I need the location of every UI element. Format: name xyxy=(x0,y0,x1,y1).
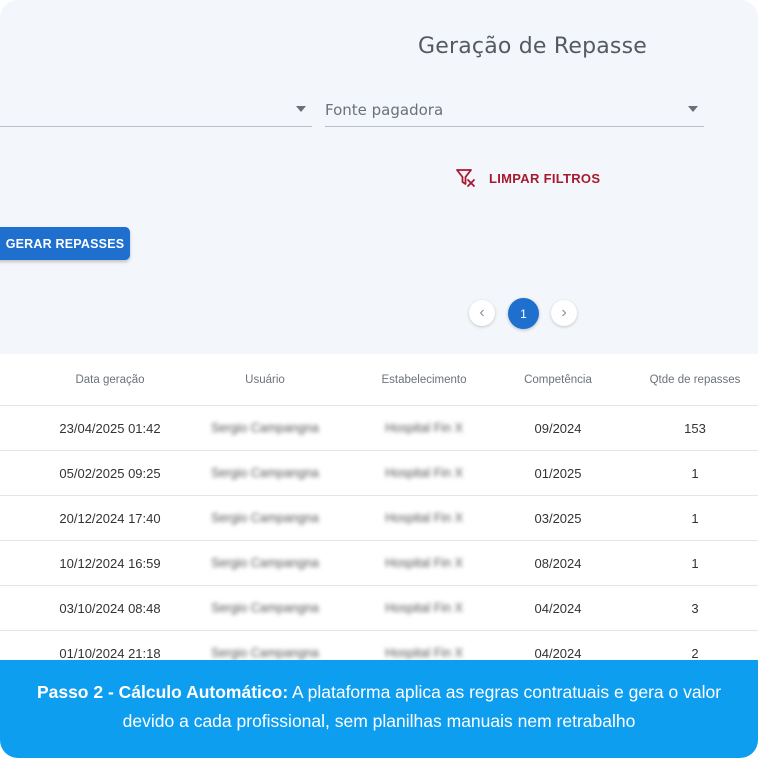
table-row[interactable]: 05/02/2025 09:25 Sergio Campangna Hospit… xyxy=(0,451,758,496)
cell-establishment: Hospital Fin X xyxy=(385,466,463,480)
payer-source-select[interactable]: Fonte pagadora xyxy=(325,98,704,127)
cell-competence: 04/2024 xyxy=(534,600,582,616)
step-caption-title: Passo 2 - Cálculo Automático: xyxy=(36,682,289,702)
column-header-date[interactable]: Data geração xyxy=(40,354,180,405)
cell-establishment: Hospital Fin X xyxy=(385,421,463,435)
table-row[interactable]: 23/04/2025 01:42 Sergio Campangna Hospit… xyxy=(0,406,758,451)
column-header-competence[interactable]: Competência xyxy=(508,354,608,405)
payer-source-select-value: Fonte pagadora xyxy=(325,101,444,119)
cell-quantity: 3 xyxy=(691,600,699,616)
column-header-establishment[interactable]: Estabelecimento xyxy=(354,354,494,405)
cell-quantity: 1 xyxy=(691,465,699,481)
cell-quantity: 1 xyxy=(691,555,699,571)
cell-establishment: Hospital Fin X xyxy=(385,601,463,615)
table-header: Data geração Usuário Estabelecimento Com… xyxy=(0,354,758,406)
page-title: Geração de Repasse xyxy=(418,34,647,59)
caret-down-icon xyxy=(296,106,306,112)
cell-competence: 01/2025 xyxy=(534,465,582,481)
current-page-button[interactable]: 1 xyxy=(508,298,539,329)
caret-down-icon xyxy=(688,106,698,112)
previous-page-button[interactable]: ‹ xyxy=(469,300,495,326)
cell-user: Sergio Campangna xyxy=(211,421,319,435)
cell-user: Sergio Campangna xyxy=(211,556,319,570)
cell-quantity: 153 xyxy=(684,420,706,436)
cell-competence: 08/2024 xyxy=(534,555,582,571)
cell-quantity: 1 xyxy=(691,510,699,526)
table-row[interactable]: 03/10/2024 08:48 Sergio Campangna Hospit… xyxy=(0,586,758,631)
cell-competence: 03/2025 xyxy=(534,510,582,526)
repasses-table: Data geração Usuário Estabelecimento Com… xyxy=(0,354,758,676)
screen: Geração de Repasse Fonte pagadora LIMPAR… xyxy=(0,0,758,758)
chevron-left-icon: ‹ xyxy=(479,304,485,321)
establishment-select[interactable] xyxy=(0,98,312,127)
cell-date: 10/12/2024 16:59 xyxy=(59,555,161,571)
cell-date: 03/10/2024 08:48 xyxy=(59,600,161,616)
chevron-right-icon: › xyxy=(561,304,567,321)
generate-repasses-button[interactable]: GERAR REPASSES xyxy=(0,227,130,260)
clear-filters-label: LIMPAR FILTROS xyxy=(489,170,601,186)
cell-establishment: Hospital Fin X xyxy=(385,511,463,525)
table-row[interactable]: 20/12/2024 17:40 Sergio Campangna Hospit… xyxy=(0,496,758,541)
cell-user: Sergio Campangna xyxy=(211,511,319,525)
filter-clear-icon xyxy=(456,169,475,187)
column-header-user[interactable]: Usuário xyxy=(195,354,335,405)
cell-date: 05/02/2025 09:25 xyxy=(59,465,161,481)
filter-panel: Geração de Repasse Fonte pagadora LIMPAR… xyxy=(0,0,758,354)
cell-user: Sergio Campangna xyxy=(211,466,319,480)
cell-user: Sergio Campangna xyxy=(211,601,319,615)
cell-date: 23/04/2025 01:42 xyxy=(59,420,161,436)
cell-date: 20/12/2024 17:40 xyxy=(59,510,161,526)
step-caption-banner: Passo 2 - Cálculo Automático: A platafor… xyxy=(0,660,758,758)
table-row[interactable]: 10/12/2024 16:59 Sergio Campangna Hospit… xyxy=(0,541,758,586)
cell-establishment: Hospital Fin X xyxy=(385,556,463,570)
clear-filters-button[interactable]: LIMPAR FILTROS xyxy=(455,166,600,190)
column-header-quantity[interactable]: Qtde de repasses xyxy=(630,354,758,405)
cell-competence: 09/2024 xyxy=(534,420,582,436)
next-page-button[interactable]: › xyxy=(551,300,577,326)
